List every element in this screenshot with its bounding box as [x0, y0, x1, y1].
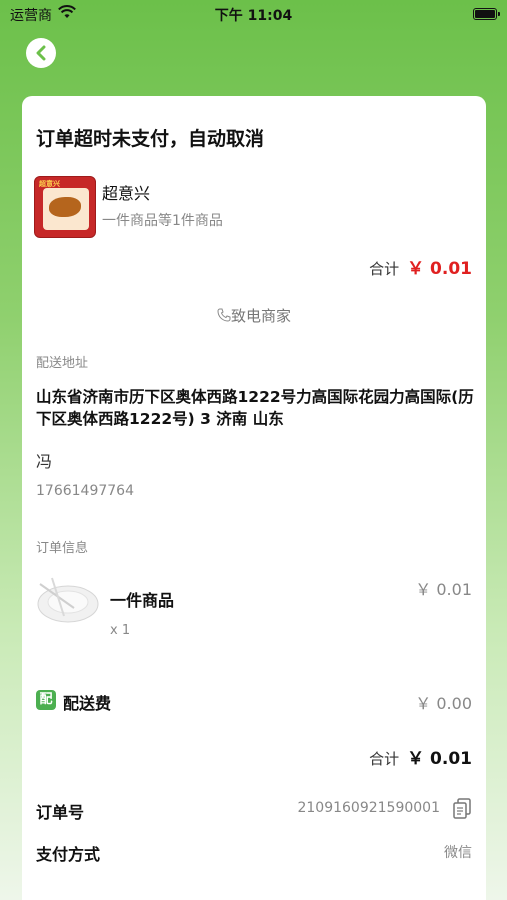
- total-amount-bottom: ￥ 0.01: [407, 749, 472, 769]
- item-price: ￥ 0.01: [415, 580, 472, 599]
- shop-logo-food: [49, 197, 81, 217]
- order-number-label: 订单号: [36, 803, 85, 822]
- delivery-address: 山东省济南市历下区奥体西路1222号力高国际花园力高国际(历下区奥体西路1222…: [36, 388, 474, 428]
- delivery-fee-icon: 配: [36, 690, 56, 710]
- item-quantity: x 1: [110, 623, 131, 638]
- payment-method-label: 支付方式: [36, 845, 101, 864]
- delivery-section-label: 配送地址: [36, 356, 89, 371]
- order-total-top: 合计 ￥ 0.01: [369, 254, 472, 279]
- recipient-phone: 17661497764: [36, 483, 134, 499]
- order-info-section-label: 订单信息: [36, 541, 89, 556]
- phone-icon: [217, 308, 231, 322]
- copy-icon[interactable]: [452, 798, 472, 820]
- shop-name[interactable]: 超意兴: [102, 180, 150, 204]
- total-amount: ￥ 0.01: [407, 259, 472, 279]
- delivery-fee-value: ￥ 0.00: [415, 694, 472, 713]
- call-merchant-label: 致电商家: [230, 307, 291, 325]
- item-image: [34, 572, 102, 628]
- item-name: 一件商品: [110, 591, 175, 610]
- order-total-bottom: 合计 ￥ 0.01: [369, 744, 472, 769]
- total-label-bottom: 合计: [369, 750, 400, 768]
- battery-icon: [473, 8, 500, 20]
- chevron-left-icon: [36, 45, 46, 61]
- payment-method-value: 微信: [444, 845, 472, 861]
- back-button[interactable]: [26, 38, 56, 68]
- status-bar: 运营商 下午 11:04: [0, 0, 507, 28]
- order-status-title: 订单超时未支付，自动取消: [36, 128, 265, 150]
- order-detail-card: 订单超时未支付，自动取消 超意兴 超意兴 一件商品等1件商品 合计 ￥ 0.01 …: [22, 96, 486, 900]
- recipient-name: 冯: [36, 452, 53, 471]
- status-time: 下午 11:04: [214, 8, 293, 24]
- order-number-value: 2109160921590001: [297, 800, 440, 816]
- shop-logo[interactable]: 超意兴: [34, 176, 96, 238]
- total-label: 合计: [369, 260, 400, 278]
- call-merchant-button[interactable]: 致电商家: [22, 305, 486, 326]
- delivery-fee-label: 配送费: [63, 694, 112, 713]
- shop-order-summary: 一件商品等1件商品: [102, 213, 223, 229]
